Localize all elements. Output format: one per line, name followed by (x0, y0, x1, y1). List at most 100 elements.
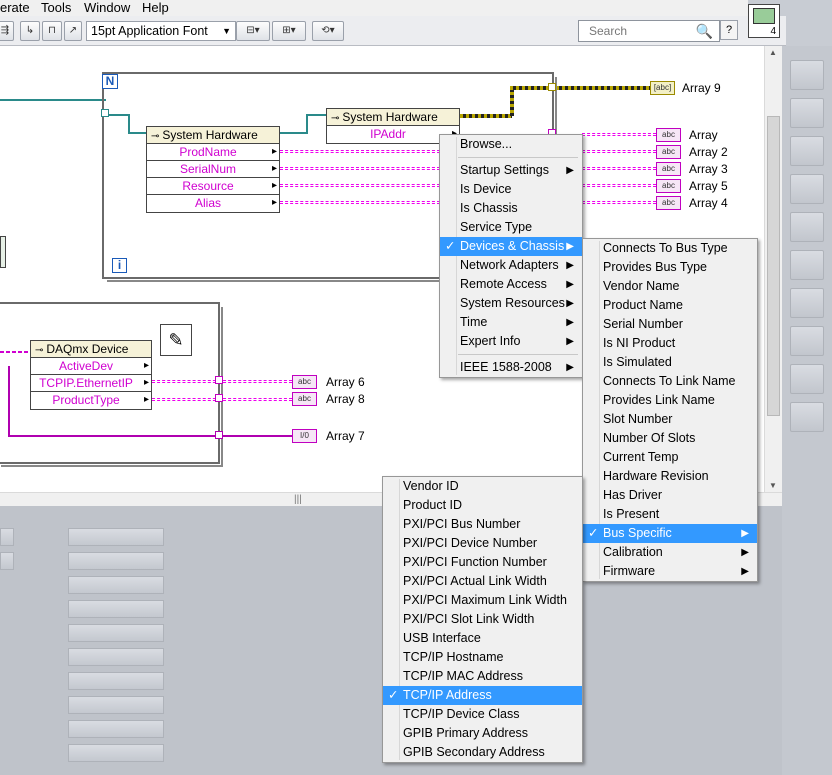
structure-tunnel[interactable] (215, 394, 223, 402)
menu-item-pxi-pci-actual-link-width[interactable]: PXI/PCI Actual Link Width (383, 572, 582, 591)
menu-item-is-ni-product[interactable]: Is NI Product (583, 334, 757, 353)
array-7-indicator[interactable]: I/0 (292, 429, 317, 443)
align-objects-icon[interactable]: ⊟▾ (236, 21, 270, 41)
scrollbar-thumb[interactable] (767, 116, 780, 416)
menu-item-label: Is Simulated (603, 355, 672, 369)
vi-icon[interactable]: 4 (748, 4, 780, 38)
menu-item-is-simulated[interactable]: Is Simulated (583, 353, 757, 372)
menu-item-firmware[interactable]: Firmware ▶ (583, 562, 757, 581)
property-activedev[interactable]: ActiveDev (31, 358, 151, 375)
menu-item-tcp-ip-address[interactable]: ✓ TCP/IP Address (383, 686, 582, 705)
menu-item-time[interactable]: Time ▶ (440, 313, 582, 332)
menu-item-pxi-pci-bus-number[interactable]: PXI/PCI Bus Number (383, 515, 582, 534)
menu-item-label: PXI/PCI Device Number (403, 536, 538, 550)
menu-operate[interactable]: erate (0, 0, 30, 15)
property-prodname[interactable]: ProdName (147, 144, 279, 161)
font-selector[interactable]: 15pt Application Font ▼ (86, 21, 236, 41)
property-resource[interactable]: Resource (147, 178, 279, 195)
menu-item-number-of-slots[interactable]: Number Of Slots (583, 429, 757, 448)
menu-item-usb-interface[interactable]: USB Interface (383, 629, 582, 648)
structure-tunnel[interactable] (215, 431, 223, 439)
array-4-indicator[interactable]: abc (656, 196, 681, 210)
menu-item-vendor-id[interactable]: Vendor ID (383, 477, 582, 496)
menu-tools[interactable]: Tools (41, 0, 71, 15)
search-input[interactable]: Search 🔍 (578, 20, 720, 42)
menu-item-system-resources[interactable]: System Resources ▶ (440, 294, 582, 313)
scroll-up-icon[interactable]: ▲ (769, 48, 777, 57)
menu-item-provides-bus-type[interactable]: Provides Bus Type (583, 258, 757, 277)
menu-item-connects-to-link-name[interactable]: Connects To Link Name (583, 372, 757, 391)
menu-item-startup-settings[interactable]: Startup Settings ▶ (440, 161, 582, 180)
property-alias[interactable]: Alias (147, 195, 279, 212)
menu-item-gpib-primary-address[interactable]: GPIB Primary Address (383, 724, 582, 743)
menu-item-is-device[interactable]: Is Device (440, 180, 582, 199)
scroll-down-icon[interactable]: ▼ (769, 481, 777, 490)
pencil-icon[interactable]: ✎ (160, 324, 192, 356)
menu-item-calibration[interactable]: Calibration ▶ (583, 543, 757, 562)
menu-item-network-adapters[interactable]: Network Adapters ▶ (440, 256, 582, 275)
menu-item-pxi-pci-maximum-link-width[interactable]: PXI/PCI Maximum Link Width (383, 591, 582, 610)
submenu-arrow-icon: ▶ (566, 241, 574, 252)
array-3-indicator[interactable]: abc (656, 162, 681, 176)
menu-help[interactable]: Help (142, 0, 169, 15)
loop-count-terminal[interactable]: N (102, 74, 118, 89)
vertical-scrollbar[interactable]: ▲ ▼ (764, 46, 782, 492)
menu-item-slot-number[interactable]: Slot Number (583, 410, 757, 429)
retain-wire-values-icon[interactable]: ↳ (20, 21, 40, 41)
menu-item-remote-access[interactable]: Remote Access ▶ (440, 275, 582, 294)
menu-item-pxi-pci-function-number[interactable]: PXI/PCI Function Number (383, 553, 582, 572)
menu-item-browse[interactable]: Browse... (440, 135, 582, 154)
system-hardware-property-node[interactable]: ⊸System Hardware ProdName SerialNum Reso… (146, 126, 280, 213)
array-6-indicator[interactable]: abc (292, 375, 317, 389)
menu-item-service-type[interactable]: Service Type (440, 218, 582, 237)
menu-item-product-name[interactable]: Product Name (583, 296, 757, 315)
menu-item-bus-specific[interactable]: ✓ Bus Specific ▶ (583, 524, 757, 543)
menu-item-product-id[interactable]: Product ID (383, 496, 582, 515)
menu-item-ieee-1588-2008[interactable]: IEEE 1588-2008 ▶ (440, 358, 582, 377)
context-help-button[interactable]: ? (720, 20, 738, 40)
array-8-indicator[interactable]: abc (292, 392, 317, 406)
daqmx-device-property-node[interactable]: ⊸DAQmx Device ActiveDev TCPIP.EthernetIP… (30, 340, 152, 410)
loop-iteration-terminal[interactable]: i (112, 258, 127, 273)
structure-tunnel[interactable] (215, 376, 223, 384)
reorder-icon[interactable]: ⟲▾ (312, 21, 344, 41)
property-node-header: ⊸ System Hardware (147, 127, 279, 144)
menu-item-hardware-revision[interactable]: Hardware Revision (583, 467, 757, 486)
menu-item-tcp-ip-hostname[interactable]: TCP/IP Hostname (383, 648, 582, 667)
menu-item-provides-link-name[interactable]: Provides Link Name (583, 391, 757, 410)
menu-item-expert-info[interactable]: Expert Info ▶ (440, 332, 582, 351)
menu-item-serial-number[interactable]: Serial Number (583, 315, 757, 334)
property-serialnum[interactable]: SerialNum (147, 161, 279, 178)
menu-item-is-present[interactable]: Is Present (583, 505, 757, 524)
loop-tunnel[interactable] (101, 109, 109, 117)
menu-item-is-chassis[interactable]: Is Chassis (440, 199, 582, 218)
scroll-grip-icon[interactable]: ||| (294, 494, 302, 505)
background-button (790, 402, 824, 432)
menu-item-current-temp[interactable]: Current Temp (583, 448, 757, 467)
menu-item-has-driver[interactable]: Has Driver (583, 486, 757, 505)
menu-item-tcp-ip-mac-address[interactable]: TCP/IP MAC Address (383, 667, 582, 686)
property-producttype[interactable]: ProductType (31, 392, 151, 409)
array-9-indicator[interactable]: [abc] (650, 81, 675, 95)
property-tcpip-ethernetip[interactable]: TCPIP.EthernetIP (31, 375, 151, 392)
menu-item-devices-chassis[interactable]: ✓ Devices & Chassis ▶ (440, 237, 582, 256)
step-into-icon[interactable]: ⊓ (42, 21, 62, 41)
array-indicator[interactable]: abc (656, 128, 681, 142)
menu-item-gpib-secondary-address[interactable]: GPIB Secondary Address (383, 743, 582, 762)
search-icon[interactable]: 🔍 (696, 21, 713, 41)
menu-window[interactable]: Window (84, 0, 130, 15)
background-button (68, 744, 164, 762)
step-out-icon[interactable]: ↗ (64, 21, 82, 41)
loop-tunnel[interactable] (548, 83, 556, 91)
menu-item-tcp-ip-device-class[interactable]: TCP/IP Device Class (383, 705, 582, 724)
menu-item-connects-to-bus-type[interactable]: Connects To Bus Type (583, 239, 757, 258)
menu-item-pxi-pci-device-number[interactable]: PXI/PCI Device Number (383, 534, 582, 553)
menu-item-vendor-name[interactable]: Vendor Name (583, 277, 757, 296)
array-5-indicator[interactable]: abc (656, 179, 681, 193)
vi-icon-number: 4 (770, 26, 776, 37)
menu-item-label: Firmware (603, 564, 656, 578)
array-2-indicator[interactable]: abc (656, 145, 681, 159)
distribute-objects-icon[interactable]: ⊞▾ (272, 21, 306, 41)
clean-up-icon[interactable]: ⇶ (0, 21, 14, 41)
menu-item-pxi-pci-slot-link-width[interactable]: PXI/PCI Slot Link Width (383, 610, 582, 629)
